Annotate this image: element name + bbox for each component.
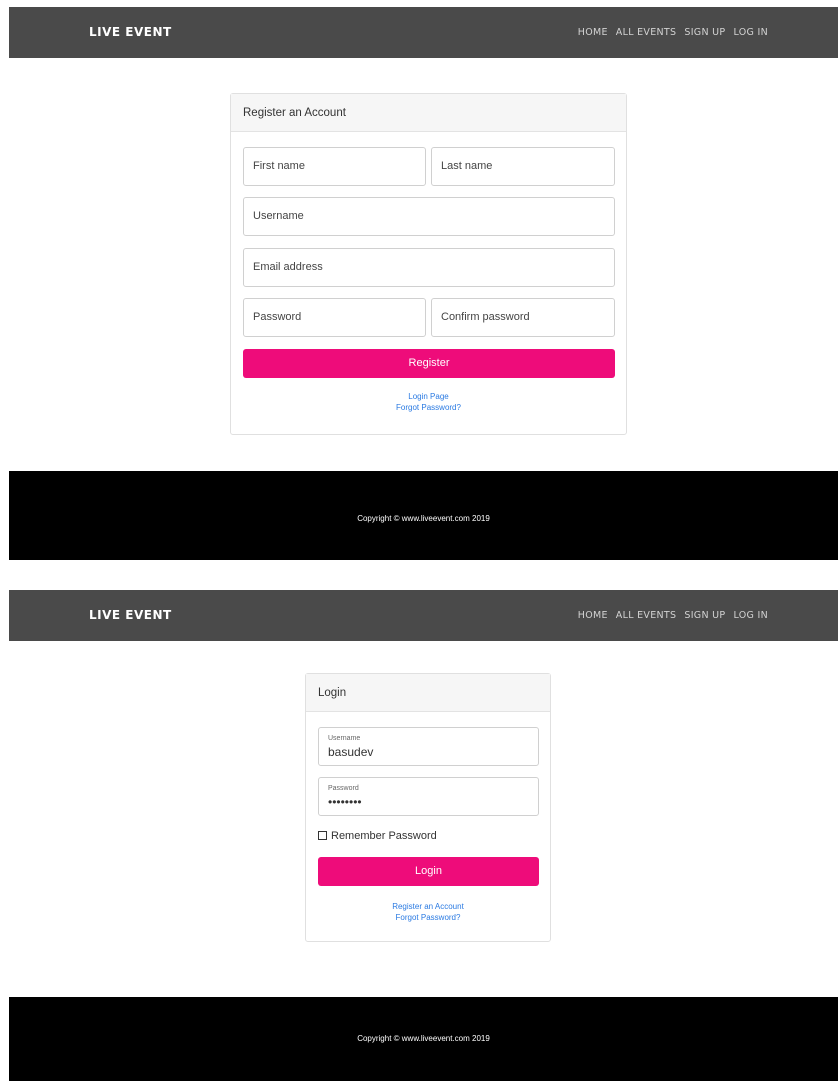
password-label: Password xyxy=(328,785,359,792)
top-navbar: LIVE EVENT HOME ALL EVENTS SIGN UP LOG I… xyxy=(9,7,838,58)
register-card: Register an Account First name Last name… xyxy=(230,93,627,435)
nav-links: HOME ALL EVENTS SIGN UP LOG IN xyxy=(578,7,768,58)
login-card-title: Login xyxy=(306,674,550,712)
nav-home-2[interactable]: HOME xyxy=(578,610,608,621)
username-field[interactable]: Username basudev xyxy=(318,727,539,766)
register-account-link[interactable]: Register an Account xyxy=(306,902,550,911)
last-name-input[interactable]: Last name xyxy=(431,147,615,186)
register-button[interactable]: Register xyxy=(243,349,615,378)
top-navbar-2: LIVE EVENT HOME ALL EVENTS SIGN UP LOG I… xyxy=(9,590,838,641)
username-value: basudev xyxy=(328,745,374,759)
login-page-link[interactable]: Login Page xyxy=(231,392,626,401)
nav-log-in[interactable]: LOG IN xyxy=(733,27,768,38)
nav-log-in-2[interactable]: LOG IN xyxy=(733,610,768,621)
nav-all-events-2[interactable]: ALL EVENTS xyxy=(616,610,677,621)
login-card: Login Username basudev Password ••••••••… xyxy=(305,673,551,942)
remember-password-checkbox[interactable] xyxy=(318,831,327,840)
password-value: •••••••• xyxy=(328,795,362,809)
confirm-password-input[interactable]: Confirm password xyxy=(431,298,615,337)
footer-copyright-2: Copyright © www.liveevent.com 2019 xyxy=(357,1034,490,1043)
nav-links-2: HOME ALL EVENTS SIGN UP LOG IN xyxy=(578,590,768,641)
login-button[interactable]: Login xyxy=(318,857,539,886)
username-label: Username xyxy=(328,735,361,742)
password-field[interactable]: Password •••••••• xyxy=(318,777,539,816)
password-input[interactable]: Password xyxy=(243,298,426,337)
remember-password-label[interactable]: Remember Password xyxy=(331,830,437,842)
forgot-password-link[interactable]: Forgot Password? xyxy=(231,403,626,412)
nav-all-events[interactable]: ALL EVENTS xyxy=(616,27,677,38)
footer-copyright: Copyright © www.liveevent.com 2019 xyxy=(357,514,490,523)
brand-logo-2[interactable]: LIVE EVENT xyxy=(89,590,172,641)
first-name-input[interactable]: First name xyxy=(243,147,426,186)
footer: Copyright © www.liveevent.com 2019 xyxy=(9,471,838,560)
nav-sign-up[interactable]: SIGN UP xyxy=(684,27,725,38)
username-input[interactable]: Username xyxy=(243,197,615,236)
footer-2: Copyright © www.liveevent.com 2019 xyxy=(9,997,838,1081)
register-card-title: Register an Account xyxy=(231,94,626,132)
email-input[interactable]: Email address xyxy=(243,248,615,287)
nav-home[interactable]: HOME xyxy=(578,27,608,38)
brand-logo[interactable]: LIVE EVENT xyxy=(89,7,172,58)
nav-sign-up-2[interactable]: SIGN UP xyxy=(684,610,725,621)
forgot-password-link-2[interactable]: Forgot Password? xyxy=(306,913,550,922)
